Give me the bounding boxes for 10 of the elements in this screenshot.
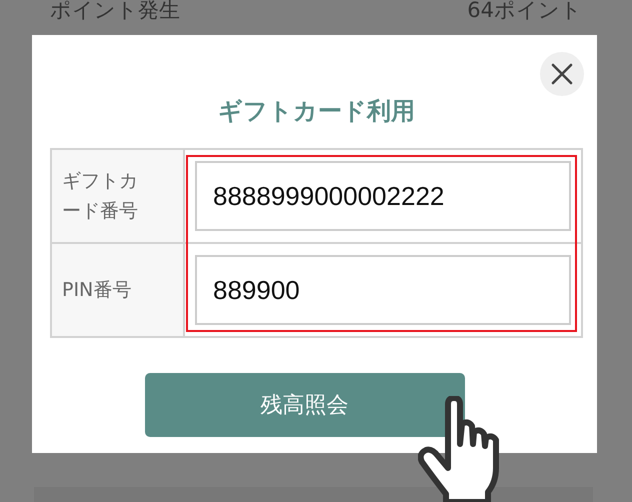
close-icon (551, 63, 573, 85)
close-button[interactable] (540, 52, 584, 96)
balance-inquiry-button[interactable]: 残高照会 (144, 373, 464, 437)
dialog-title: ギフトカード利用 (217, 96, 416, 127)
row-label: ポイント発生 (50, 0, 180, 24)
field-label: PIN番号 (52, 242, 185, 336)
input-field[interactable]: 8888999000002222 (195, 161, 571, 231)
row-value: 64ポイント (467, 0, 582, 24)
input-field[interactable]: 889900 (195, 255, 571, 325)
field-label: ギフトカード番号 (52, 150, 185, 242)
